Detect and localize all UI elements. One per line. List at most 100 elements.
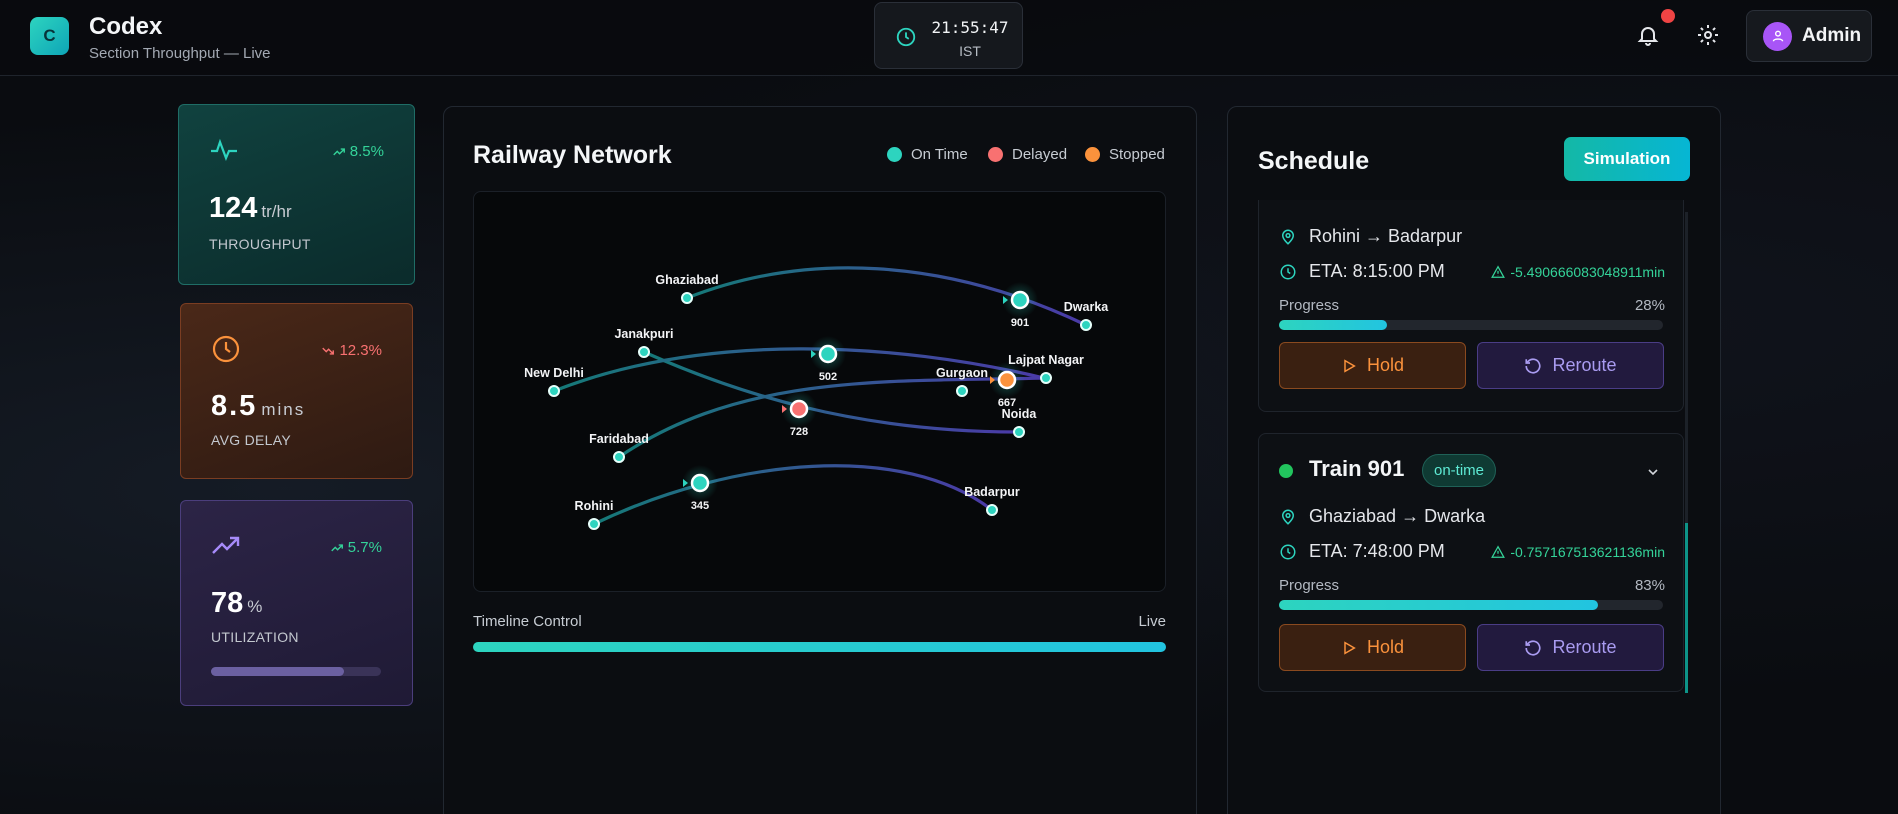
train-card: Rohini → Badarpur ETA: 8:15:00 PM -5.490… bbox=[1258, 200, 1684, 412]
network-map[interactable]: Ghaziabad Dwarka Janakpuri New Delhi Gurgaon… bbox=[473, 191, 1166, 592]
legend-item-delayed: Delayed bbox=[988, 146, 1067, 163]
station-marker bbox=[1080, 319, 1092, 331]
station-label: Dwarka bbox=[1064, 300, 1110, 314]
reroute-button[interactable]: Reroute bbox=[1477, 624, 1664, 671]
app-logo[interactable]: C bbox=[30, 17, 69, 55]
station-marker bbox=[986, 504, 998, 516]
progress-bar bbox=[1279, 320, 1663, 330]
utilization-bar-fill bbox=[211, 667, 344, 676]
play-icon bbox=[1344, 358, 1356, 373]
station-label: Rohini bbox=[575, 499, 614, 513]
notification-dot bbox=[1661, 9, 1675, 23]
progress-bar bbox=[1279, 600, 1663, 610]
eta-diff-text: -0.757167513621136min bbox=[1510, 544, 1665, 560]
progress-bar-fill bbox=[1279, 600, 1598, 610]
reroute-label: Reroute bbox=[1552, 355, 1617, 375]
trend-up-icon bbox=[331, 543, 343, 551]
user-icon bbox=[1772, 30, 1783, 42]
station-label: Lajpat Nagar bbox=[1008, 353, 1084, 367]
train-marker-345[interactable]: 345 bbox=[682, 465, 718, 512]
app-title: Codex bbox=[89, 13, 163, 40]
route-text: Rohini → Badarpur bbox=[1309, 226, 1463, 246]
status-badge: on-time bbox=[1422, 454, 1497, 487]
user-menu-button[interactable]: Admin bbox=[1746, 10, 1872, 62]
station-badarpur[interactable]: Badarpur bbox=[964, 485, 1020, 516]
network-title: Railway Network bbox=[473, 141, 672, 169]
stat-unit: tr/hr bbox=[261, 202, 292, 221]
station-marker bbox=[956, 385, 968, 397]
eta-difference: -0.757167513621136min bbox=[1491, 544, 1665, 560]
stat-value: 124 tr/hr bbox=[209, 192, 292, 225]
station-label: Noida bbox=[1002, 407, 1038, 421]
timeline-status: Live bbox=[1138, 613, 1166, 630]
utilization-bar bbox=[211, 667, 381, 676]
app-subtitle: Section Throughput — Live bbox=[89, 45, 271, 62]
hold-button[interactable]: Hold bbox=[1279, 342, 1466, 389]
stat-number: 124 bbox=[209, 192, 258, 224]
progress-percent: 83% bbox=[1634, 577, 1665, 594]
train-marker-901[interactable]: 901 bbox=[1002, 282, 1038, 329]
progress-label: Progress bbox=[1279, 577, 1340, 594]
train-dot bbox=[789, 399, 809, 419]
train-id-label: 502 bbox=[819, 371, 837, 383]
station-marker bbox=[1040, 372, 1052, 384]
top-bar: C Codex Section Throughput — Live 21:55:… bbox=[0, 0, 1898, 76]
map-pin-icon bbox=[1281, 229, 1295, 245]
station-label: Faridabad bbox=[589, 432, 649, 446]
track-rohini-badarpur bbox=[593, 464, 993, 526]
trend-value: 8.5% bbox=[349, 143, 384, 160]
progress-bar-fill bbox=[1279, 320, 1387, 330]
stat-number: 78 bbox=[211, 587, 244, 619]
station-rohini[interactable]: Rohini bbox=[575, 499, 614, 530]
train-id-label: 901 bbox=[1011, 317, 1029, 329]
reroute-button[interactable]: Reroute bbox=[1477, 342, 1664, 389]
trend-value: 12.3% bbox=[339, 342, 382, 359]
stat-card-utilization: 5.7% 78% UTILIZATION bbox=[180, 500, 413, 706]
chevron-down-icon[interactable] bbox=[1645, 464, 1661, 480]
hold-label: Hold bbox=[1366, 637, 1405, 657]
legend-swatch bbox=[988, 147, 1003, 162]
eta-text: ETA: 8:15:00 PM bbox=[1309, 261, 1445, 281]
train-dot bbox=[690, 473, 710, 493]
trend-badge: 12.3% bbox=[321, 342, 382, 359]
track-faridabad-lajpat bbox=[618, 376, 1047, 459]
eta-text: ETA: 7:48:00 PM bbox=[1309, 541, 1445, 561]
train-route: Ghaziabad → Dwarka bbox=[1279, 506, 1485, 527]
station-marker bbox=[681, 292, 693, 304]
train-eta: ETA: 7:48:00 PM bbox=[1279, 541, 1445, 562]
legend-label: Delayed bbox=[1012, 146, 1068, 163]
clock-time: 21:55:47 bbox=[931, 18, 1009, 37]
station-new-delhi[interactable]: New Delhi bbox=[524, 366, 584, 397]
map-pin-icon bbox=[1281, 509, 1295, 525]
station-dwarka[interactable]: Dwarka bbox=[1064, 300, 1110, 331]
station-marker bbox=[588, 518, 600, 530]
station-janakpuri[interactable]: Janakpuri bbox=[614, 327, 674, 358]
gear-icon[interactable] bbox=[1696, 23, 1720, 47]
train-card[interactable]: Train 901 on-time Ghaziabad → Dwarka ETA… bbox=[1258, 433, 1684, 692]
station-faridabad[interactable]: Faridabad bbox=[589, 432, 649, 463]
legend-item-on-time: On Time bbox=[887, 146, 968, 163]
station-label: Janakpuri bbox=[614, 327, 673, 341]
train-marker-728[interactable]: 728 bbox=[781, 391, 817, 438]
station-marker bbox=[638, 346, 650, 358]
train-marker-502[interactable]: 502 bbox=[810, 336, 846, 383]
schedule-scrollbar-thumb[interactable] bbox=[1685, 523, 1688, 693]
clock-icon bbox=[896, 27, 916, 47]
legend-swatch bbox=[1085, 147, 1100, 162]
station-label: New Delhi bbox=[524, 366, 584, 380]
rotate-ccw-icon bbox=[1525, 639, 1542, 656]
progress-label: Progress bbox=[1279, 297, 1340, 314]
timeline-slider[interactable] bbox=[473, 642, 1166, 652]
bell-icon[interactable] bbox=[1636, 23, 1660, 47]
stat-label: AVG DELAY bbox=[211, 432, 291, 448]
simulation-button[interactable]: Simulation bbox=[1564, 137, 1690, 181]
station-marker bbox=[1013, 426, 1025, 438]
play-icon bbox=[1344, 640, 1356, 655]
station-ghaziabad[interactable]: Ghaziabad bbox=[655, 273, 719, 304]
train-dot bbox=[1010, 290, 1030, 310]
hold-button[interactable]: Hold bbox=[1279, 624, 1466, 671]
train-marker-667[interactable]: 667 bbox=[989, 362, 1025, 409]
trend-badge: 8.5% bbox=[332, 143, 384, 160]
stat-value: 8.5 mins bbox=[211, 390, 305, 423]
station-label: Badarpur bbox=[964, 485, 1020, 499]
